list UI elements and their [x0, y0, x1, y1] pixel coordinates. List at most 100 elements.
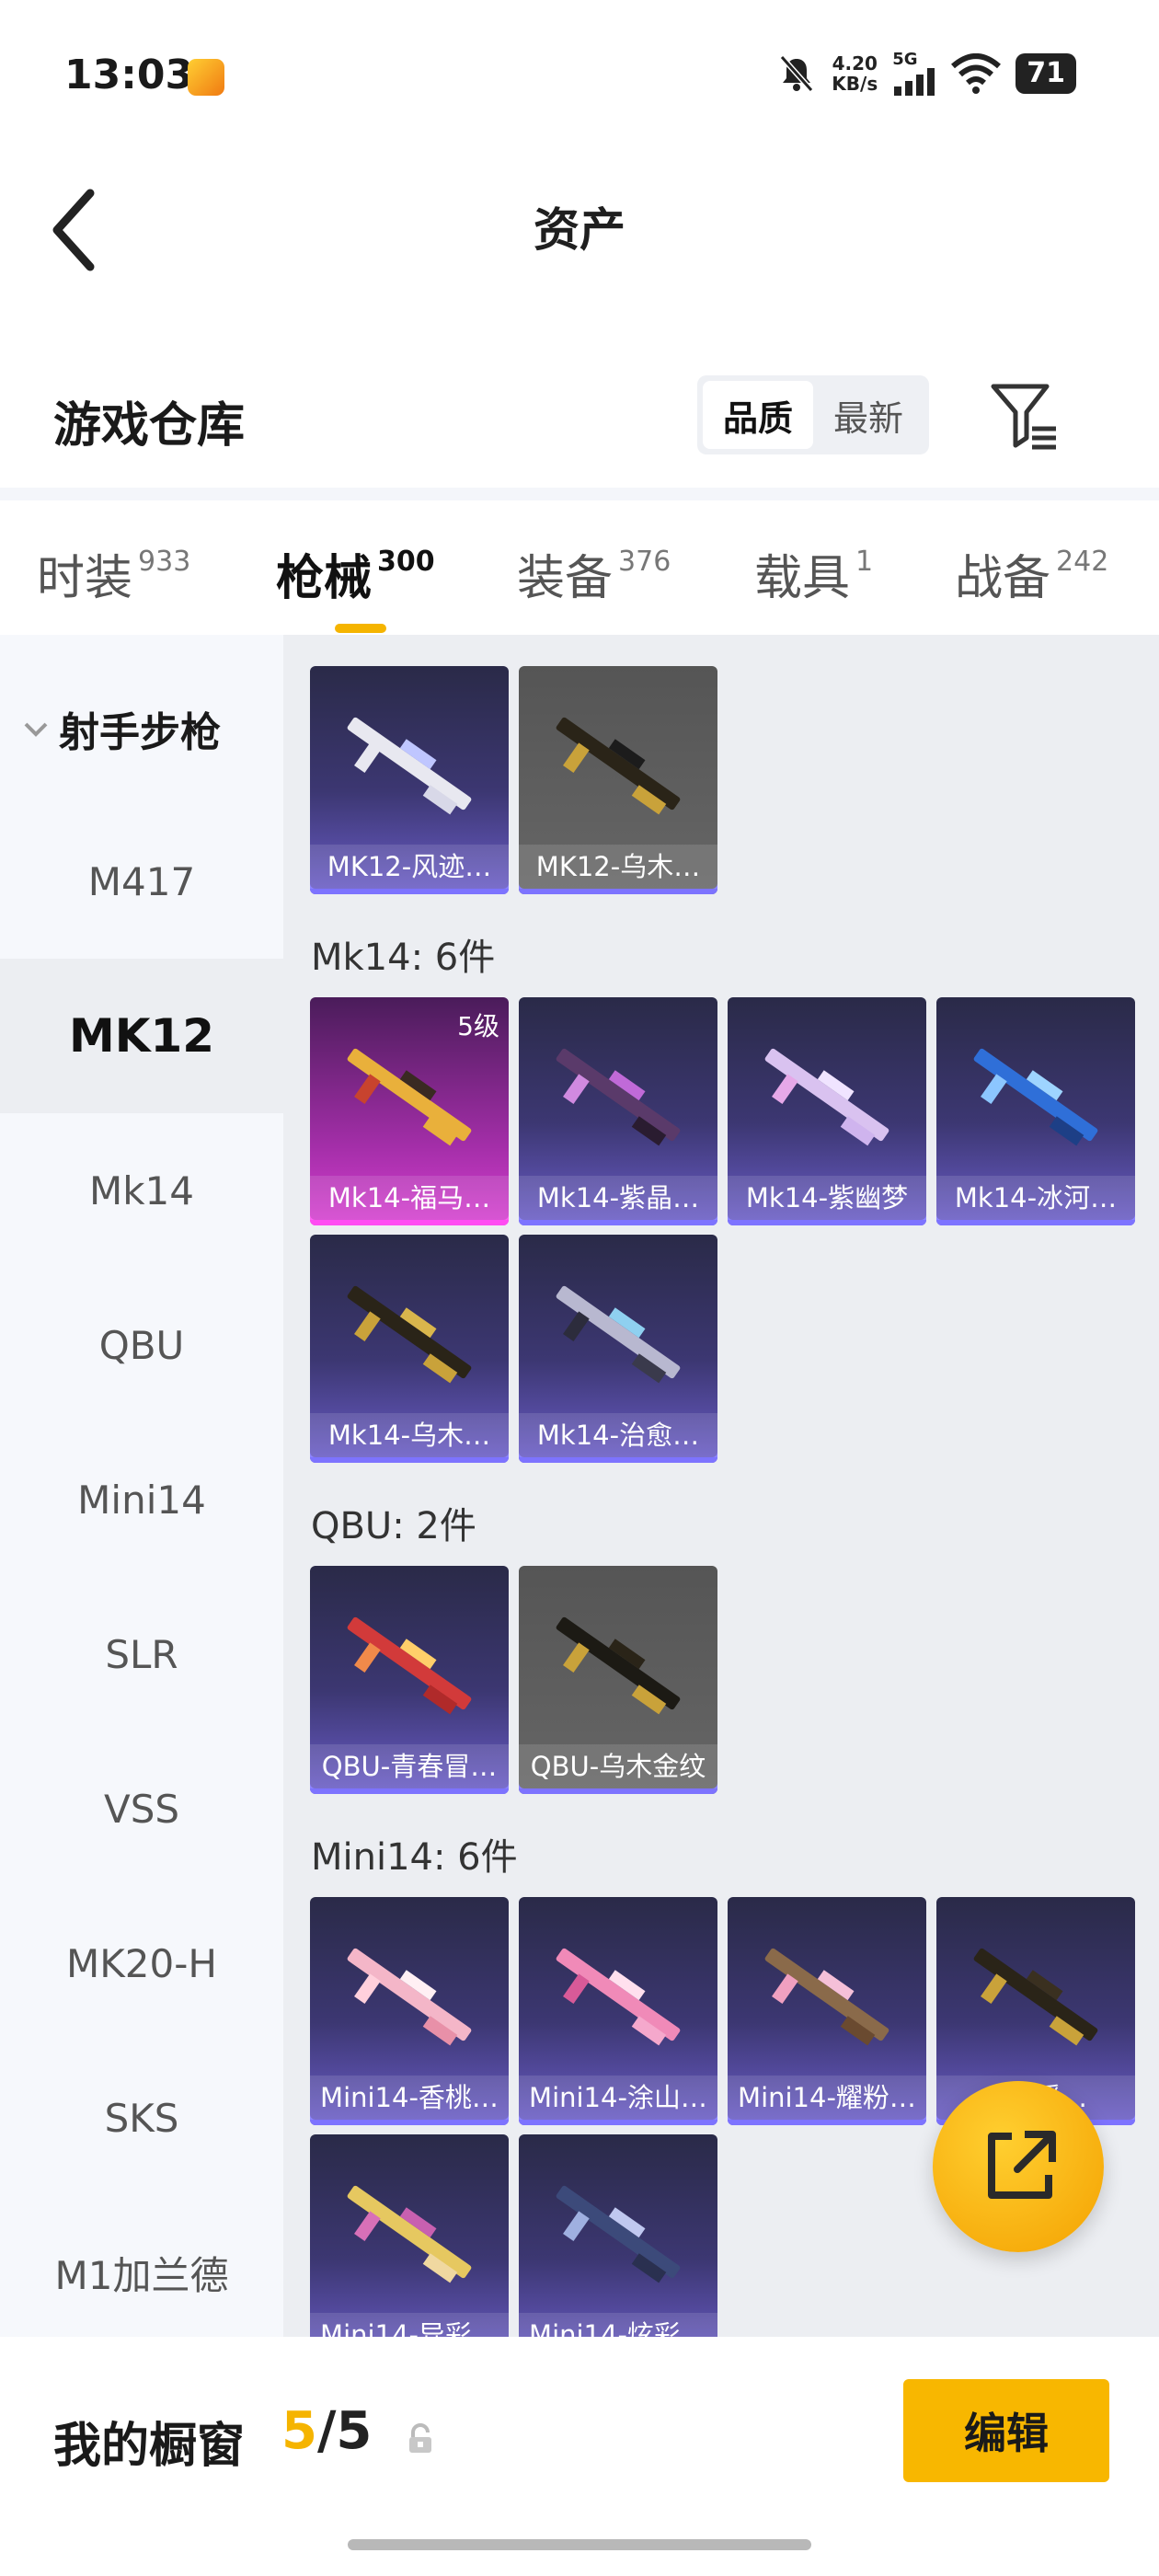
tab-label: 时装 [37, 551, 133, 606]
showcase-current: 5 [281, 2401, 317, 2461]
skin-name: MK12-风迹… [310, 845, 509, 889]
skin-card[interactable]: MK12-风迹… [310, 666, 509, 894]
sidebar-item-vss[interactable]: VSS [0, 1731, 283, 1886]
skin-card[interactable]: Mini14-耀粉… [728, 1897, 926, 2125]
skin-name: Mk14-福马… [310, 1176, 509, 1220]
skin-card[interactable]: QBU-青春冒… [310, 1566, 509, 1794]
skin-name: Mk14-冰河… [936, 1176, 1135, 1220]
skin-card[interactable]: Mk14-乌木… [310, 1235, 509, 1463]
skin-name: QBU-青春冒… [310, 1744, 509, 1788]
net-speed: 4.20 KB/s [832, 53, 878, 94]
rifle-icon [556, 1616, 681, 1715]
app-notification-icon [188, 59, 224, 96]
tab-guns[interactable]: 枪械 300 [276, 539, 435, 608]
skin-card[interactable]: Mini14-涂山… [519, 1897, 717, 2125]
rifle-icon [347, 1048, 472, 1146]
lock-icon [409, 2423, 431, 2453]
sidebar-item-m417[interactable]: M417 [0, 804, 283, 959]
sort-quality[interactable]: 品质 [703, 381, 813, 449]
skin-name: Mk14-治愈… [519, 1413, 717, 1457]
sidebar-item-mk14[interactable]: Mk14 [0, 1113, 283, 1268]
rifle-icon [347, 1948, 472, 2046]
tab-count: 300 [377, 546, 435, 578]
status-time: 13:03 [64, 52, 194, 98]
tab-label: 载具 [754, 551, 851, 606]
tab-count: 933 [138, 546, 191, 578]
skin-name: Mk14-紫幽梦 [728, 1176, 926, 1220]
sort-newest[interactable]: 最新 [813, 381, 924, 449]
skin-card[interactable]: 5级 Mk14-福马… [310, 997, 509, 1225]
header: 资产 [0, 156, 1159, 368]
skin-card[interactable]: Mini14-异彩… [310, 2134, 509, 2337]
skin-name: QBU-乌木金纹 [519, 1744, 717, 1788]
tab-label: 枪械 [276, 551, 373, 606]
tab-equipment[interactable]: 装备 376 [517, 539, 671, 608]
sidebar-item-mini14[interactable]: Mini14 [0, 1422, 283, 1577]
signal-group: 5G [892, 52, 936, 96]
rifle-icon [347, 2185, 472, 2283]
net-speed-unit: KB/s [832, 73, 878, 95]
rifle-icon [973, 1048, 1098, 1146]
status-icons: 4.20 KB/s 5G 71 [776, 52, 1076, 96]
skin-name: Mini14-异彩… [310, 2313, 509, 2337]
skin-name: Mini14-香桃… [310, 2076, 509, 2120]
sidebar-category[interactable]: 射手步枪 [20, 699, 221, 758]
net-speed-value: 4.20 [832, 52, 878, 75]
sidebar-item-mk20h[interactable]: MK20-H [0, 1886, 283, 2041]
group-title-qbu: QBU: 2件 [311, 1505, 476, 1547]
share-icon [988, 2131, 1056, 2199]
group-title-mini14: Mini14: 6件 [311, 1836, 518, 1879]
battery-indicator: 71 [1016, 53, 1076, 94]
sidebar-item-m1-garand[interactable]: M1加兰德 [0, 2195, 283, 2350]
edit-button[interactable]: 编辑 [903, 2379, 1109, 2482]
skin-name: MK12-乌木… [519, 845, 717, 889]
skin-name: Mk14-乌木… [310, 1413, 509, 1457]
signal-icon [894, 68, 935, 96]
tab-vehicles[interactable]: 载具 1 [754, 539, 873, 608]
sidebar-item-qbu[interactable]: QBU [0, 1268, 283, 1422]
showcase-label: 我的橱窗 [53, 2419, 246, 2474]
group-title-mk14: Mk14: 6件 [311, 937, 496, 979]
skin-card[interactable]: Mk14-紫幽梦 [728, 997, 926, 1225]
page-title: 资产 [534, 203, 625, 257]
weapon-sidebar: 射手步枪 M417 MK12 Mk14 QBU Mini14 SLR VSS M… [0, 635, 283, 2337]
skin-card[interactable]: Mini14-炫彩… [519, 2134, 717, 2337]
tab-label: 装备 [517, 551, 614, 606]
rifle-icon [556, 1048, 681, 1146]
warehouse-title: 游戏仓库 [53, 398, 246, 454]
sort-toggle: 品质 最新 [697, 375, 929, 454]
showcase-bar: 我的橱窗 5/5 编辑 [0, 2337, 1159, 2576]
tab-count: 376 [618, 546, 671, 578]
tab-supplies[interactable]: 战备 242 [955, 539, 1108, 608]
skin-card[interactable]: Mini14-香桃… [310, 1897, 509, 2125]
showcase-count: 5/5 [281, 2401, 372, 2461]
rifle-icon [556, 1285, 681, 1384]
tab-label: 战备 [955, 551, 1051, 606]
category-tabs: 时装 933 枪械 300 装备 376 载具 1 战备 242 [0, 488, 1159, 635]
rifle-icon [764, 1948, 889, 2046]
skin-card[interactable]: Mk14-紫晶… [519, 997, 717, 1225]
share-button[interactable] [933, 2081, 1104, 2252]
tab-outfits[interactable]: 时装 933 [37, 539, 190, 608]
sidebar-item-sks[interactable]: SKS [0, 2041, 283, 2195]
chevron-down-icon [24, 722, 48, 737]
rifle-icon [556, 717, 681, 815]
tab-count: 242 [1056, 546, 1109, 578]
tab-count: 1 [855, 546, 874, 578]
home-indicator[interactable] [348, 2539, 811, 2550]
skin-card[interactable]: MK12-乌木… [519, 666, 717, 894]
sidebar-item-mk12[interactable]: MK12 [0, 959, 283, 1113]
skin-level-badge: 5级 [457, 1011, 499, 1041]
showcase-total: /5 [316, 2401, 373, 2461]
filter-icon[interactable] [990, 381, 1061, 453]
rifle-icon [556, 1948, 681, 2046]
skin-card[interactable]: QBU-乌木金纹 [519, 1566, 717, 1794]
rifle-icon [347, 717, 472, 815]
skin-name: Mini14-耀粉… [728, 2076, 926, 2120]
skin-name: Mini14-炫彩… [519, 2313, 717, 2337]
rifle-icon [556, 2185, 681, 2283]
rifle-icon [764, 1048, 889, 1146]
sidebar-item-slr[interactable]: SLR [0, 1577, 283, 1731]
skin-card[interactable]: Mk14-冰河… [936, 997, 1135, 1225]
skin-card[interactable]: Mk14-治愈… [519, 1235, 717, 1463]
